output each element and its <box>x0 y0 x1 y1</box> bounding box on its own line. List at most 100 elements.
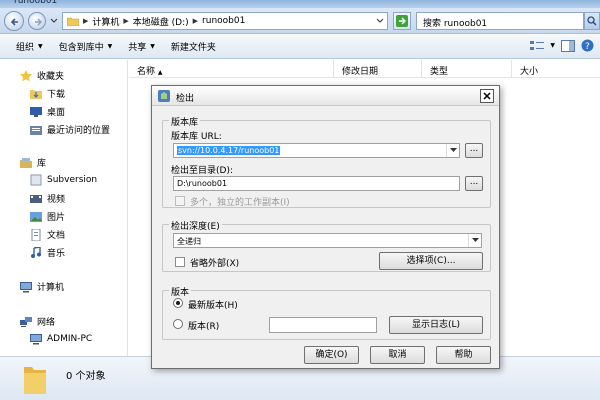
include-in-library-label: 包含到库中 <box>58 43 104 53</box>
nav-label: Subversion <box>47 175 98 185</box>
breadcrumb-separator[interactable]: ▶ <box>193 17 198 25</box>
nav-label: 桌面 <box>47 108 66 118</box>
nav-subversion[interactable]: Subversion <box>30 174 97 186</box>
nav-libraries[interactable]: 库 <box>20 156 46 169</box>
revision-group-label: 版本 <box>169 285 192 298</box>
subversion-library-icon <box>30 174 42 186</box>
window-title: runoob01 <box>14 0 58 6</box>
column-label: 名称 <box>137 67 156 77</box>
preview-pane-icon[interactable] <box>561 39 575 52</box>
nav-downloads[interactable]: 下载 <box>30 87 65 100</box>
depth-dropdown-button[interactable] <box>468 234 481 247</box>
desktop-icon <box>30 106 42 118</box>
browse-repository-button[interactable]: ... <box>465 143 483 158</box>
column-header-size[interactable]: 大小 <box>512 60 600 78</box>
url-dropdown-button[interactable] <box>446 144 459 157</box>
breadcrumb-computer[interactable]: 计算机 <box>92 15 119 28</box>
help-icon[interactable]: ? <box>581 39 594 52</box>
specific-revision-label: 版本(R) <box>188 322 220 332</box>
nav-videos[interactable]: 视频 <box>30 192 65 205</box>
breadcrumb-separator[interactable]: ▶ <box>83 17 88 25</box>
head-revision-radio[interactable] <box>173 298 183 308</box>
checkout-depth-select[interactable]: 全递归 <box>173 233 482 248</box>
breadcrumb-separator[interactable]: ▶ <box>123 17 128 25</box>
music-icon <box>30 245 42 259</box>
head-revision-label: 最新版本(H) <box>188 301 238 311</box>
checkout-depth-value: 全递归 <box>177 237 201 246</box>
folder-icon <box>67 17 79 26</box>
back-button[interactable] <box>4 11 24 31</box>
dialog-close-button[interactable] <box>480 89 494 103</box>
forward-button[interactable] <box>28 12 46 30</box>
chevron-down-icon: ▼ <box>38 43 43 50</box>
column-header-modified[interactable]: 修改日期 <box>334 60 422 78</box>
view-options-icon[interactable] <box>530 40 545 52</box>
breadcrumb-drive[interactable]: 本地磁盘 (D:) <box>133 15 189 28</box>
command-bar: 组织 ▼ 包含到库中 ▼ 共享 ▼ 新建文件夹 ▼ ? <box>0 35 600 59</box>
nav-label: 音乐 <box>47 249 66 259</box>
star-icon <box>20 69 32 82</box>
chevron-down-icon <box>472 238 479 242</box>
nav-admin-pc[interactable]: ADMIN-PC <box>30 333 92 345</box>
back-arrow-icon <box>10 18 18 26</box>
file-list-header: 名称 ▲ 修改日期 类型 大小 <box>129 60 600 78</box>
repository-url-value: svn://10.0.4.17/runoob01 <box>177 146 281 155</box>
nav-recent-places[interactable]: 最近访问的位置 <box>30 123 110 136</box>
nav-documents[interactable]: 文档 <box>30 228 65 241</box>
nav-label: 网络 <box>37 318 56 328</box>
search-icon <box>587 16 597 26</box>
refresh-icon <box>396 15 408 27</box>
new-folder-button[interactable]: 新建文件夹 <box>163 40 224 53</box>
chevron-down-icon: ▼ <box>107 43 113 50</box>
history-dropdown-icon[interactable] <box>50 18 58 24</box>
address-dropdown-icon[interactable] <box>376 18 384 24</box>
specific-revision-radio[interactable] <box>173 319 183 329</box>
revision-input[interactable] <box>269 317 377 333</box>
address-box[interactable]: ▶ 计算机 ▶ 本地磁盘 (D:) ▶ runoob01 <box>62 12 388 30</box>
multiple-working-copies-label: 多个，独立的工作副本(I) <box>190 198 290 208</box>
view-controls: ▼ ? <box>530 39 594 52</box>
show-log-button[interactable]: 显示日志(L) <box>389 316 483 334</box>
nav-label: 收藏夹 <box>37 72 65 82</box>
cancel-button[interactable]: 取消 <box>370 346 425 364</box>
column-header-name[interactable]: 名称 ▲ <box>129 60 334 78</box>
choose-items-button[interactable]: 选择项(C)... <box>379 252 483 270</box>
share-menu[interactable]: 共享 ▼ <box>120 40 163 53</box>
search-input[interactable]: 搜索 runoob01 <box>416 12 584 30</box>
nav-computer[interactable]: 计算机 <box>20 280 64 293</box>
nav-favorites[interactable]: 收藏夹 <box>20 69 64 82</box>
breadcrumb-folder[interactable]: runoob01 <box>202 16 245 26</box>
downloads-folder-icon <box>30 88 42 100</box>
computer-icon <box>20 281 32 293</box>
nav-pictures[interactable]: 图片 <box>30 210 65 223</box>
nav-desktop[interactable]: 桌面 <box>30 105 65 118</box>
repository-url-combobox[interactable]: svn://10.0.4.17/runoob01 <box>173 143 460 158</box>
forward-arrow-icon <box>35 18 42 26</box>
browse-directory-button[interactable]: ... <box>465 176 483 191</box>
include-in-library-menu[interactable]: 包含到库中 ▼ <box>51 40 121 53</box>
tortoisesvn-icon <box>158 90 170 102</box>
checkout-dialog: 检出 版本库 版本库 URL: svn://10.0.4.17/runoob01… <box>151 85 500 369</box>
pictures-icon <box>30 211 42 223</box>
organize-menu[interactable]: 组织 ▼ <box>0 40 51 53</box>
multiple-working-copies-checkbox[interactable] <box>175 196 185 206</box>
repository-url-label: 版本库 URL: <box>171 132 222 142</box>
help-button[interactable]: 帮助 <box>436 346 491 364</box>
large-folder-icon <box>24 367 46 394</box>
navigation-pane: 收藏夹 下载 桌面 最近访问的位置 库 Subversion 视频 图片 文档 … <box>0 60 128 356</box>
nav-music[interactable]: 音乐 <box>30 245 66 259</box>
omit-externals-checkbox[interactable] <box>175 257 185 267</box>
checkout-directory-input[interactable]: D:\runoob01 <box>173 176 460 191</box>
ok-button[interactable]: 确定(O) <box>304 346 359 364</box>
revision-group: 版本 最新版本(H) 版本(R) 显示日志(L) <box>162 285 491 340</box>
nav-label: 文档 <box>47 231 66 241</box>
nav-network[interactable]: 网络 <box>20 315 55 328</box>
column-header-type[interactable]: 类型 <box>422 60 512 78</box>
chevron-down-icon: ▼ <box>150 43 155 50</box>
checkout-directory-label: 检出至目录(D): <box>171 166 233 176</box>
refresh-button[interactable] <box>393 12 411 30</box>
search-button[interactable] <box>584 12 600 30</box>
sort-ascending-icon: ▲ <box>157 69 163 76</box>
library-icon <box>20 157 32 169</box>
chevron-down-icon[interactable]: ▼ <box>550 42 555 49</box>
